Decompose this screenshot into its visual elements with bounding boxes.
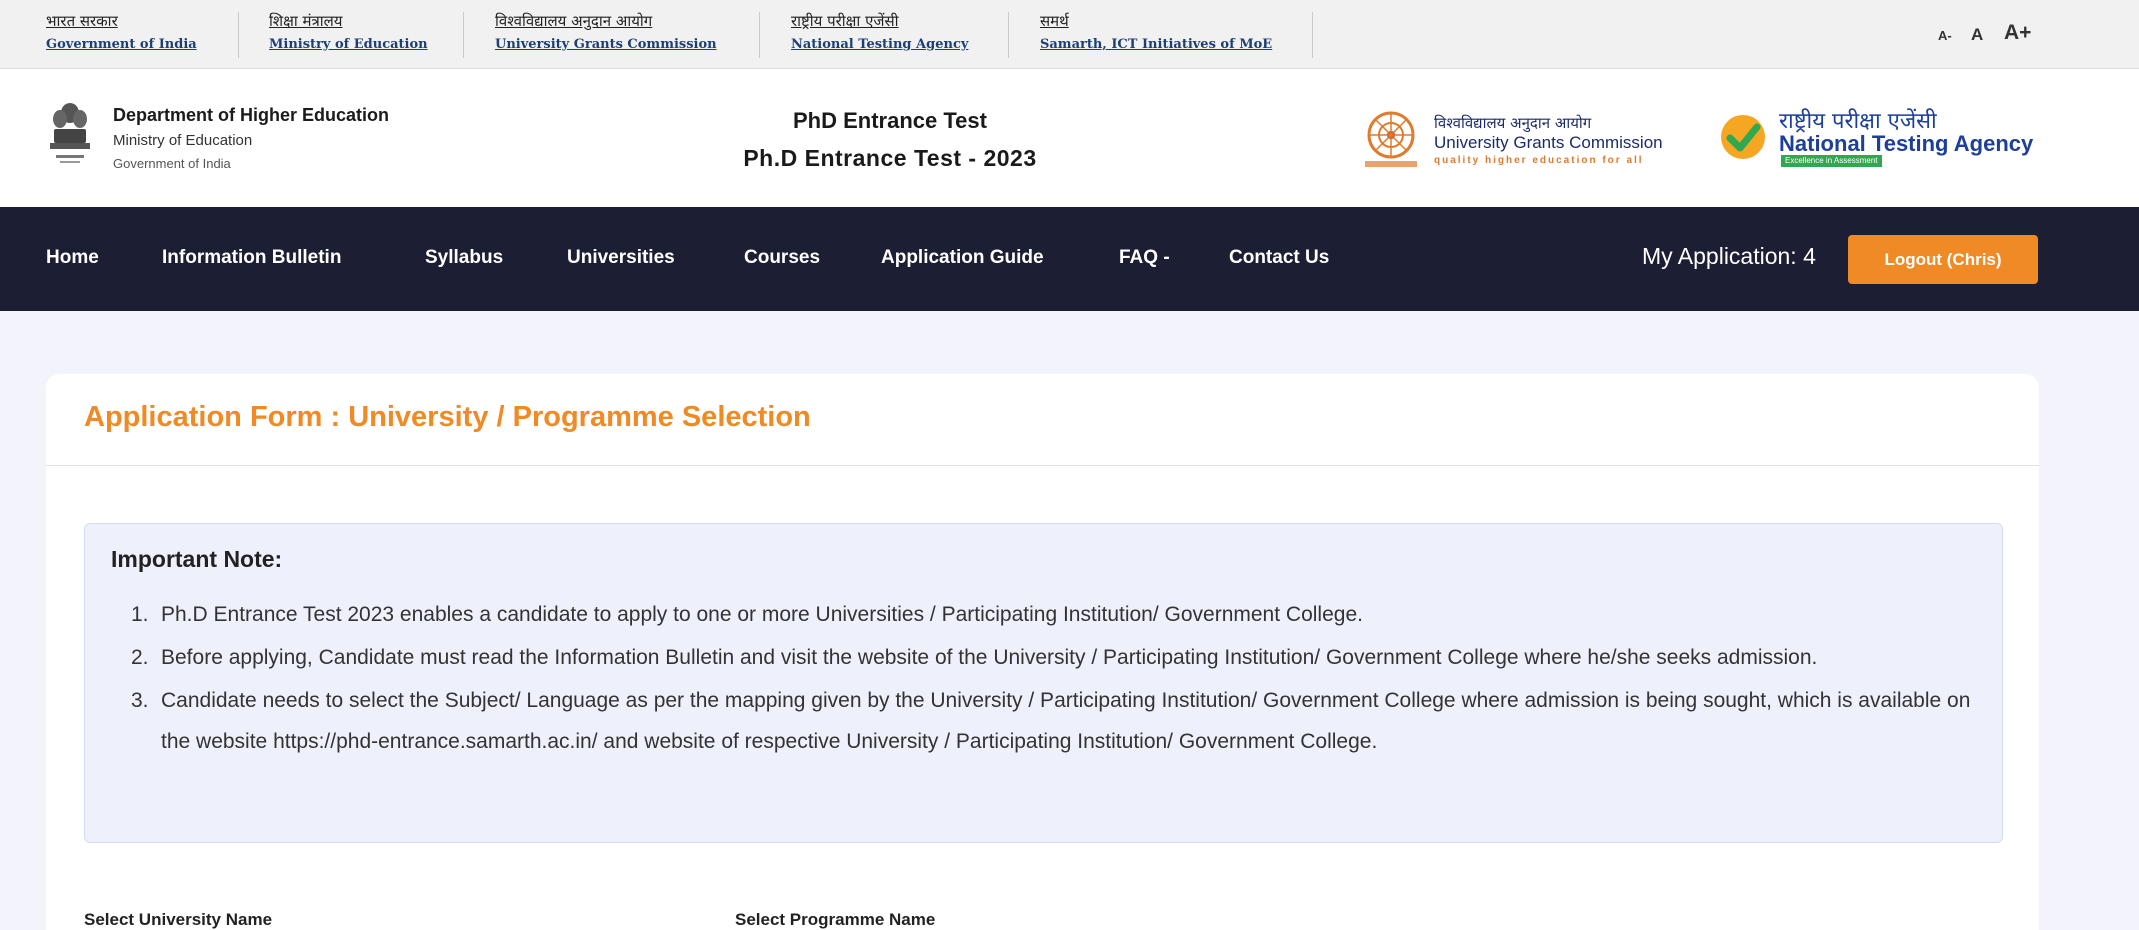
note-list: 1. Ph.D Entrance Test 2023 enables a cand… <box>111 594 1981 764</box>
gov-link-ugc[interactable]: विश्वविद्यालय अनुदान आयोग University Gra… <box>495 11 717 57</box>
font-normal-button[interactable]: A <box>1971 25 1983 45</box>
programme-select-label: Select Programme Name <box>735 910 936 929</box>
list-item: 1. Ph.D Entrance Test 2023 enables a cand… <box>131 603 1363 626</box>
nav-courses[interactable]: Courses <box>744 247 820 269</box>
gov-link-ugc-hi: विश्वविद्यालय अनुदान आयोग <box>495 12 653 30</box>
gov-link-samarth-en: Samarth, ICT Initiatives of MoE <box>1040 37 1273 52</box>
page-title: PhD Entrance Test <box>793 108 987 133</box>
dept-gov: Government of India <box>113 156 231 171</box>
gov-link-nta-en: National Testing Agency <box>791 37 969 52</box>
nta-name-en: National Testing Agency <box>1779 131 2034 156</box>
divider <box>463 12 464 58</box>
list-item: 3. Candidate needs to select the Subject/… <box>131 689 1971 753</box>
ugc-name-en: University Grants Commission <box>1434 133 1663 152</box>
ugc-tagline: quality higher education for all <box>1434 155 1644 166</box>
note-text: Before applying, Candidate must read the… <box>161 646 1818 669</box>
national-emblem-icon <box>50 103 90 163</box>
application-form-card: Application Form : University / Programm… <box>46 374 2039 930</box>
gov-link-india-hi: भारत सरकार <box>46 12 118 30</box>
divider <box>1008 12 1009 58</box>
note-title: Important Note: <box>111 546 283 572</box>
gov-link-india[interactable]: भारत सरकार Government of India <box>46 11 197 57</box>
my-application-link[interactable]: My Application: 4 <box>1642 243 1816 270</box>
divider <box>759 12 760 58</box>
nav-syllabus[interactable]: Syllabus <box>425 247 503 269</box>
nav-information-bulletin[interactable]: Information Bulletin <box>162 247 341 269</box>
main-navbar: Home Information Bulletin Syllabus Unive… <box>0 207 2139 311</box>
gov-link-ministry-hi: शिक्षा मंत्रालय <box>269 12 343 30</box>
gov-link-india-en: Government of India <box>46 37 197 52</box>
divider <box>1312 12 1313 58</box>
font-increase-button[interactable]: A+ <box>2004 21 2031 45</box>
gov-strip: भारत सरकार Government of India शिक्षा मं… <box>0 0 2139 69</box>
gov-link-nta-hi: राष्ट्रीय परीक्षा एजेंसी <box>791 12 899 30</box>
nav-faq-dropdown[interactable]: FAQ - <box>1119 247 1170 269</box>
gov-link-nta[interactable]: राष्ट्रीय परीक्षा एजेंसी National Testin… <box>791 11 968 57</box>
nav-home[interactable]: Home <box>46 247 99 269</box>
card-header: Application Form : University / Programm… <box>46 374 2039 466</box>
divider <box>238 12 239 58</box>
gov-link-ugc-en: University Grants Commission <box>495 37 717 52</box>
ugc-name-hi: विश्वविद्यालय अनुदान आयोग <box>1434 114 1592 132</box>
note-text: Ph.D Entrance Test 2023 enables a candid… <box>161 603 1363 626</box>
gov-link-ministry-en: Ministry of Education <box>269 37 428 52</box>
font-decrease-button[interactable]: A- <box>1938 28 1952 43</box>
nav-universities[interactable]: Universities <box>567 247 675 269</box>
note-text: Candidate needs to select the Subject/ L… <box>161 689 1971 753</box>
nav-application-guide[interactable]: Application Guide <box>881 247 1044 269</box>
ugc-logo-icon <box>1365 111 1417 167</box>
site-header: Department of Higher Education Ministry … <box>0 69 2139 207</box>
page-subtitle: Ph.D Entrance Test - 2023 <box>743 145 1037 171</box>
gov-link-samarth-hi: समर्थ <box>1040 12 1069 30</box>
nav-contact-us[interactable]: Contact Us <box>1229 247 1329 269</box>
nta-check-icon <box>1721 115 1765 159</box>
university-select-label: Select University Name <box>84 910 273 929</box>
gov-link-samarth[interactable]: समर्थ Samarth, ICT Initiatives of MoE <box>1040 11 1272 57</box>
list-item: 2. Before applying, Candidate must read t… <box>131 646 1818 669</box>
logout-button[interactable]: Logout (Chris) <box>1848 235 2038 284</box>
dept-ministry: Ministry of Education <box>113 132 253 149</box>
form-title: Application Form : University / Programm… <box>84 401 811 433</box>
important-note-box: Important Note: 1. Ph.D Entrance Test 202… <box>84 523 2003 843</box>
nta-tagline: Excellence in Assessment <box>1781 155 1882 167</box>
dept-title: Department of Higher Education <box>113 105 390 125</box>
gov-link-ministry[interactable]: शिक्षा मंत्रालय Ministry of Education <box>269 11 428 57</box>
